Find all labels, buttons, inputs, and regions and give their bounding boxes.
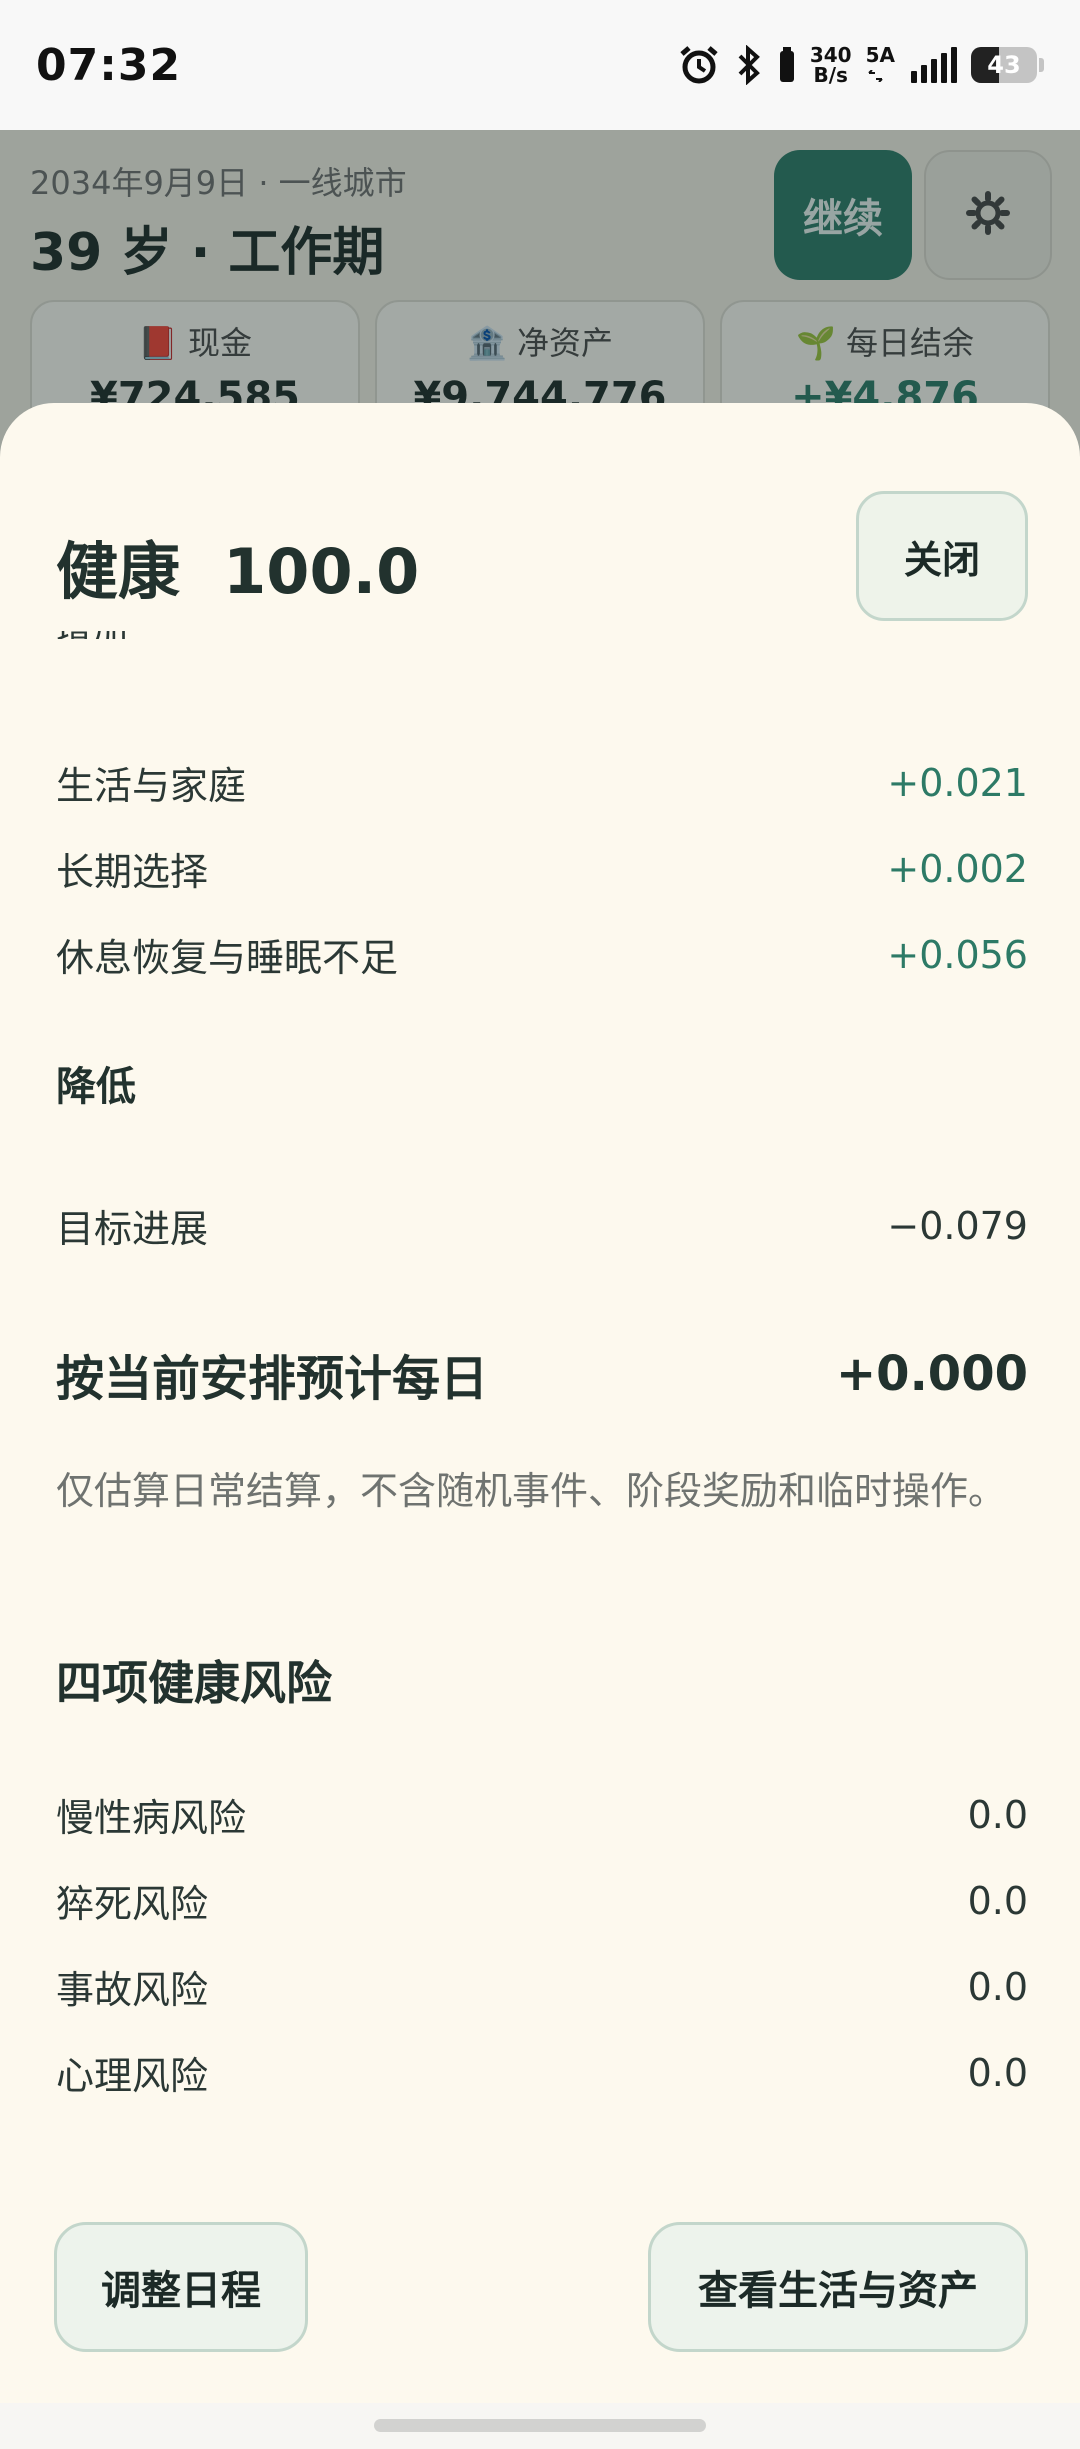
forecast-row: 按当前安排预计每日 +0.000	[56, 1339, 1028, 1409]
view-life-assets-button[interactable]: 查看生活与资产	[648, 2222, 1028, 2352]
bluetooth-icon	[734, 45, 764, 85]
system-nav-bar	[0, 2403, 1080, 2449]
risk-label: 慢性病风险	[56, 1796, 247, 1840]
net-speed-value: 340	[809, 43, 852, 67]
risk-value: 0.0	[967, 2050, 1028, 2095]
risk-row: 事故风险 0.0	[56, 1959, 1028, 2014]
risk-label: 心理风险	[56, 2054, 209, 2098]
risk-label: 事故风险	[56, 1968, 209, 2012]
network-label: 5A	[865, 43, 895, 67]
battery-percent: 43	[987, 51, 1021, 79]
health-sheet: 健康 100.0 关闭 增加 生活与家庭 +0.021 长期选择 +0.002 …	[0, 403, 1080, 2403]
data-arrows-icon	[866, 65, 892, 85]
sheet-title: 健康 100.0	[56, 535, 420, 608]
list-item: 休息恢复与睡眠不足 +0.056	[56, 927, 1028, 982]
status-icons: 340 B/s 5A 43	[678, 44, 1044, 86]
item-label: 休息恢复与睡眠不足	[56, 936, 399, 980]
adjust-schedule-button[interactable]: 调整日程	[54, 2222, 308, 2352]
net-speed: 340 B/s	[810, 45, 852, 85]
decrease-heading: 降低	[56, 1064, 136, 1110]
risk-row: 心理风险 0.0	[56, 2045, 1028, 2100]
item-value: +0.021	[887, 760, 1028, 805]
status-bar: 07:32 340 B/s 5A 43	[0, 0, 1080, 130]
list-item: 目标进展 −0.079	[56, 1198, 1028, 1253]
risk-value: 0.0	[967, 1792, 1028, 1837]
status-time: 07:32	[36, 39, 182, 91]
item-value: −0.079	[887, 1203, 1028, 1248]
scrolled-heading-cutoff: 增加	[56, 631, 136, 639]
forecast-label: 按当前安排预计每日	[56, 1351, 489, 1407]
battery-body: 43	[971, 47, 1037, 83]
net-speed-unit: B/s	[813, 63, 848, 87]
item-label: 目标进展	[56, 1207, 209, 1251]
risk-value: 0.0	[967, 1878, 1028, 1923]
item-label: 长期选择	[56, 850, 209, 894]
battery-saver-icon	[778, 46, 796, 84]
risk-heading: 四项健康风险	[56, 1656, 332, 1710]
battery-tip	[1039, 58, 1044, 72]
forecast-value: +0.000	[835, 1346, 1028, 1402]
forecast-note: 仅估算日常结算，不含随机事件、阶段奖励和临时操作。	[56, 1469, 1007, 1513]
screen: 07:32 340 B/s 5A 43 2034年9月9日 · 一线城市 39 …	[0, 0, 1080, 2449]
list-item: 生活与家庭 +0.021	[56, 755, 1028, 810]
battery-icon: 43	[971, 47, 1044, 83]
network-type: 5A	[866, 45, 895, 85]
item-label: 生活与家庭	[56, 764, 247, 808]
risk-row: 慢性病风险 0.0	[56, 1787, 1028, 1842]
risk-row: 猝死风险 0.0	[56, 1873, 1028, 1928]
item-value: +0.056	[887, 932, 1028, 977]
signal-icon	[909, 45, 957, 85]
close-button[interactable]: 关闭	[856, 491, 1028, 621]
list-item: 长期选择 +0.002	[56, 841, 1028, 896]
risk-label: 猝死风险	[56, 1882, 209, 1926]
alarm-icon	[678, 44, 720, 86]
home-gesture-handle[interactable]	[374, 2419, 706, 2432]
item-value: +0.002	[887, 846, 1028, 891]
risk-value: 0.0	[967, 1964, 1028, 2009]
